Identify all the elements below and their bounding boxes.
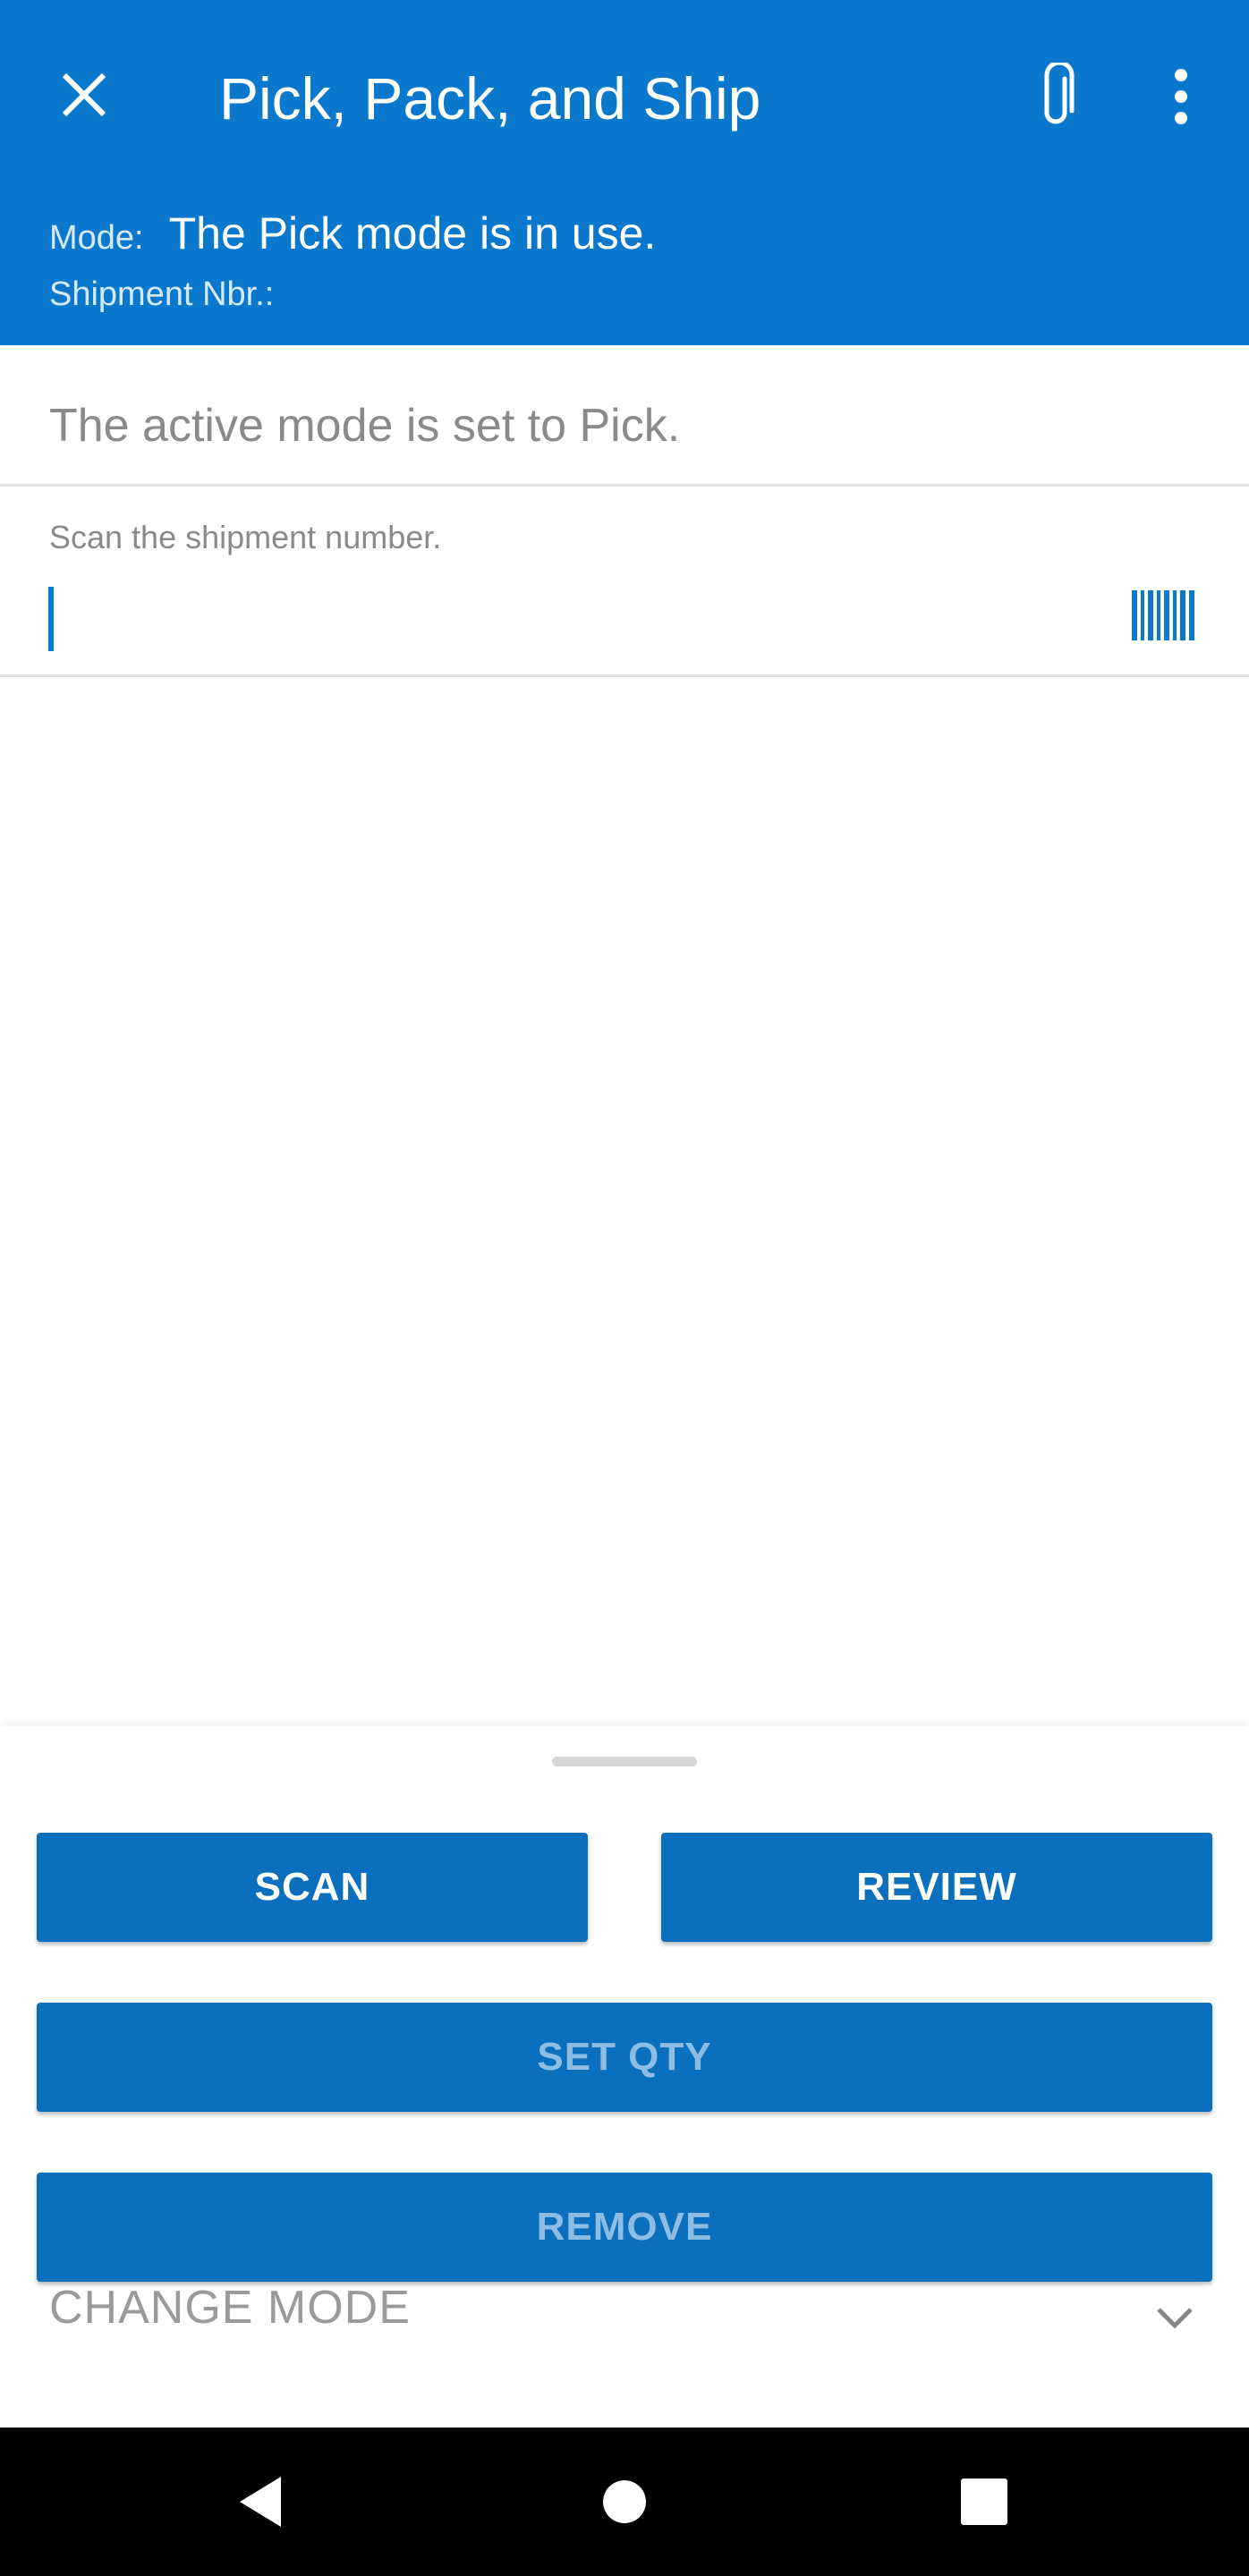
chevron-down-icon [1150, 2293, 1200, 2343]
mode-row: Mode: The Pick mode is in use. [49, 208, 656, 259]
close-icon [62, 72, 106, 117]
close-button[interactable] [47, 57, 122, 132]
more-vert-icon [1175, 69, 1187, 124]
system-nav-bar [0, 2428, 1249, 2576]
set-qty-button[interactable]: SET QTY [37, 2003, 1212, 2112]
sheet-drag-handle[interactable] [552, 1757, 697, 1767]
app-header: Pick, Pack, and Ship Mode: The Pick mode… [0, 0, 1249, 345]
mode-label: Mode: [49, 219, 144, 257]
divider [0, 484, 1249, 487]
nav-home-button[interactable] [578, 2455, 671, 2548]
paperclip-icon [1044, 63, 1075, 124]
divider [0, 674, 1249, 677]
shipment-number-label: Shipment Nbr.: [49, 275, 275, 313]
barcode-scan-button[interactable] [1126, 581, 1201, 649]
active-mode-message: The active mode is set to Pick. [49, 400, 681, 452]
nav-back-button[interactable] [215, 2455, 308, 2548]
text-caret [48, 587, 54, 651]
mode-value: The Pick mode is in use. [168, 208, 657, 258]
action-sheet: SCAN REVIEW SET QTY REMOVE CHANGE MODE [0, 1726, 1249, 2428]
remove-button[interactable]: REMOVE [37, 2173, 1212, 2282]
nav-recents-button[interactable] [938, 2455, 1031, 2548]
scan-button[interactable]: SCAN [37, 1833, 588, 1942]
shipment-scan-input[interactable] [36, 572, 1123, 662]
recents-icon [961, 2479, 1007, 2525]
barcode-icon [1132, 590, 1194, 640]
attachment-button[interactable] [1018, 59, 1093, 134]
page-title: Pick, Pack, and Ship [219, 65, 761, 131]
change-mode-label: CHANGE MODE [49, 2282, 411, 2334]
home-icon [603, 2480, 646, 2523]
back-icon [240, 2477, 281, 2527]
more-options-button[interactable] [1143, 59, 1219, 134]
review-button[interactable]: REVIEW [661, 1833, 1212, 1942]
scan-prompt-label: Scan the shipment number. [49, 519, 442, 555]
